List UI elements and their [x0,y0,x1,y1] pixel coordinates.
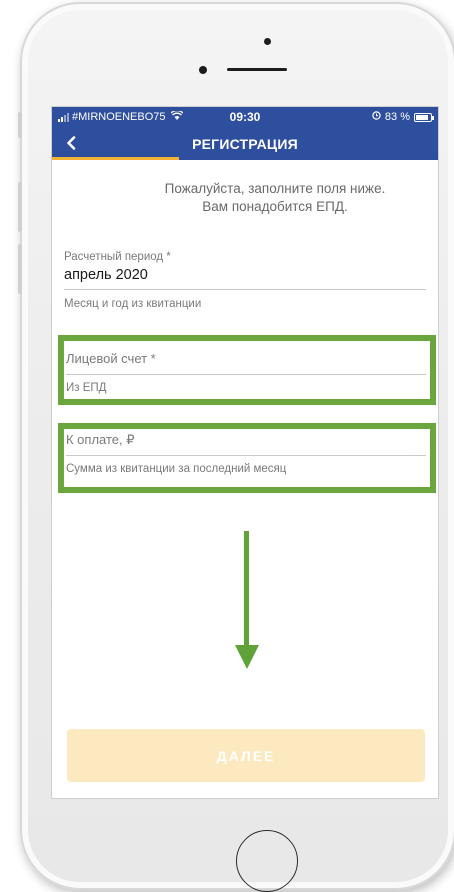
volume-up-button [18,182,22,232]
intro-line-2: Вам понадобится ЕПД. [202,199,348,214]
period-value[interactable]: апрель 2020 [64,267,426,283]
battery-icon [414,112,434,122]
back-button[interactable] [62,133,80,153]
page-title: РЕГИСТРАЦИЯ [192,135,298,152]
earpiece-speaker [227,68,287,71]
intro-line-1: Пожалуйста, заполните поля ниже. [164,181,386,196]
front-camera [199,66,207,74]
navigation-bar: РЕГИСТРАЦИЯ [52,127,438,160]
app-screen: #MIRNOENEBO75 09:30 83 % РЕГИСТРАЦИЯ Пож… [52,107,438,798]
mute-switch [18,112,22,138]
signal-icon [58,112,69,122]
period-field[interactable]: Расчетный период * апрель 2020 Месяц и г… [64,251,426,310]
progress-underline [52,157,179,160]
next-button[interactable]: ДАЛЕЕ [67,729,425,782]
status-time: 09:30 [229,110,261,124]
period-hint: Месяц и год из квитанции [64,298,202,310]
home-button[interactable] [236,830,298,892]
account-field-highlight [58,335,436,405]
battery-percentage: 83 % [384,111,410,123]
proximity-sensor [264,38,271,45]
carrier-name: #MIRNOENEBO75 [72,111,166,123]
intro-text: Пожалуйста, заполните поля ниже. Вам пон… [52,180,438,216]
period-underline [64,289,426,290]
alarm-icon [372,111,381,123]
period-label: Расчетный период * [64,251,171,263]
down-arrow-icon [244,531,249,653]
chevron-left-icon [67,136,76,150]
down-arrow-head [235,645,259,669]
amount-field-highlight [58,423,436,493]
volume-down-button [18,244,22,294]
status-bar: #MIRNOENEBO75 09:30 83 % [52,107,438,127]
wifi-icon [170,110,183,123]
